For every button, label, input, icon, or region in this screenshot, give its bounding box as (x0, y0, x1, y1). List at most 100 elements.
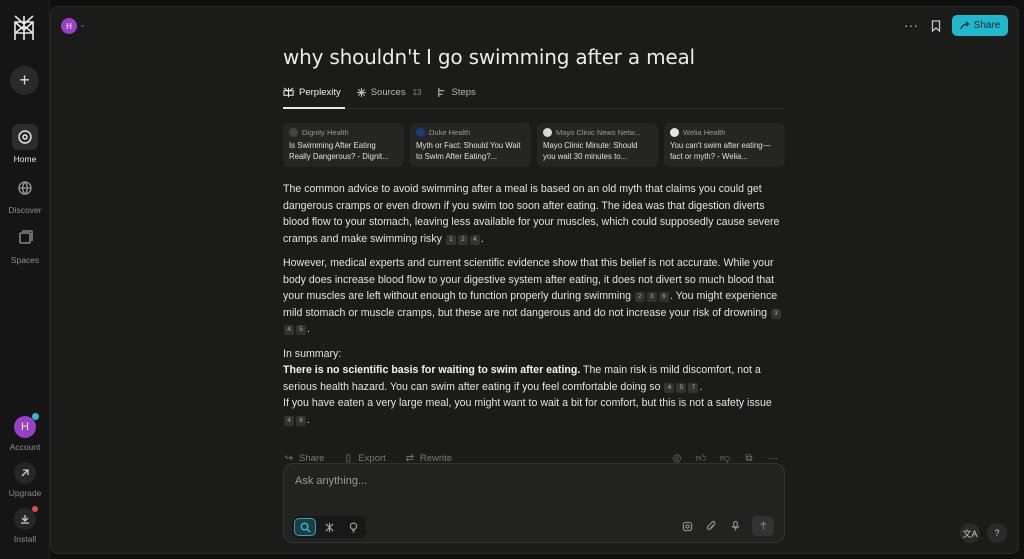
source-card[interactable]: Dignity Health Is Swimming After Eating … (283, 123, 404, 167)
submit-button[interactable] (752, 516, 774, 536)
share-label: Share (973, 20, 1001, 31)
share-icon (960, 21, 970, 30)
citation-badge[interactable]: 3 (770, 308, 781, 319)
research-icon (324, 522, 334, 532)
tab-label: Sources (370, 86, 406, 98)
microphone-icon[interactable] (728, 519, 742, 533)
source-site: Dignity Health (302, 128, 349, 137)
avatar-initial: H (21, 421, 29, 433)
answer-bold-text: There is no scientific basis for waiting… (283, 364, 581, 376)
answer-tabs: Perplexity Sources 13 Steps (283, 83, 476, 101)
ask-box (283, 463, 785, 543)
tab-divider (283, 108, 785, 109)
source-site: Mayo Clinic News Netw... (556, 128, 641, 137)
answer-text: The common advice to avoid swimming afte… (283, 183, 780, 245)
research-mode-button[interactable] (318, 518, 340, 536)
sidebar-item-label: Account (9, 442, 41, 452)
source-title: You can't swim after eating—fact or myth… (670, 141, 771, 161)
citation-badge[interactable]: 1 (445, 234, 456, 245)
answer-paragraph: In summary: There is no scientific basis… (283, 347, 772, 426)
source-card[interactable]: Duke Health Myth or Fact: Should You Wai… (410, 123, 531, 167)
bookmark-icon[interactable] (927, 17, 945, 35)
citation-badge[interactable]: 4 (284, 415, 294, 426)
source-site: Welia Health (683, 128, 726, 137)
globe-icon (12, 175, 38, 201)
search-mode-button[interactable] (294, 518, 316, 536)
notification-dot (32, 413, 39, 420)
sidebar: + Home Discover Spaces H Account Upgrade (0, 0, 50, 559)
active-tab-indicator (283, 107, 345, 109)
tab-perplexity[interactable]: Perplexity (283, 83, 341, 101)
perplexity-icon (283, 87, 294, 97)
source-title: Is Swimming After Eating Really Dangerou… (289, 141, 389, 161)
home-search-icon (12, 124, 38, 150)
citation-badge[interactable]: 6 (658, 292, 669, 302)
more-options-button[interactable]: ··· (901, 16, 921, 36)
spaces-icon (12, 225, 38, 251)
search-icon (300, 522, 311, 533)
sidebar-item-label: Discover (8, 205, 42, 215)
answer-text: In summary: (283, 347, 342, 360)
new-thread-button[interactable]: + (10, 66, 39, 95)
answer-paragraph: However, medical experts and current sci… (283, 255, 785, 338)
sidebar-item-label: Spaces (10, 255, 40, 265)
action-label: Share (299, 452, 325, 464)
sidebar-item-home[interactable]: Home (0, 124, 50, 164)
share-button[interactable]: Share (952, 15, 1008, 36)
attach-icon[interactable] (704, 519, 718, 533)
avatar[interactable]: H (61, 18, 77, 34)
tab-steps[interactable]: Steps (437, 83, 476, 101)
duke-favicon-icon (416, 128, 425, 137)
welia-favicon-icon (670, 128, 679, 137)
chevron-down-icon[interactable]: ⌄ (79, 20, 86, 29)
notification-dot (32, 506, 38, 512)
arrow-up-icon (759, 521, 767, 530)
source-title: Myth or Fact: Should You Wait to Swim Af… (416, 141, 521, 161)
help-button[interactable]: ? (987, 523, 1007, 543)
labs-mode-button[interactable] (342, 518, 364, 536)
citation-badge[interactable]: 6 (296, 415, 306, 426)
globe-icon (289, 128, 298, 137)
sidebar-item-spaces[interactable]: Spaces (0, 225, 50, 265)
source-cards: Dignity Health Is Swimming After Eating … (283, 123, 785, 167)
action-label: Export (358, 452, 386, 464)
citation-badge[interactable]: 2 (457, 234, 468, 245)
sidebar-item-discover[interactable]: Discover (0, 175, 50, 215)
tab-sources[interactable]: Sources 13 (356, 83, 422, 101)
sidebar-item-label: Install (13, 534, 37, 544)
citation-badge[interactable]: 5 (296, 325, 306, 335)
ask-input[interactable] (295, 475, 765, 487)
citation-badge[interactable]: 5 (676, 382, 687, 393)
citation-badge[interactable]: 4 (664, 382, 675, 393)
download-icon (14, 506, 38, 530)
ask-tools (680, 516, 774, 536)
search-mode-toggle (292, 516, 366, 538)
answer-text: If you have eaten a very large meal, you… (283, 397, 772, 409)
mayo-favicon-icon (543, 128, 552, 137)
source-card[interactable]: Welia Health You can't swim after eating… (664, 123, 785, 167)
citation-badge[interactable]: 7 (688, 382, 699, 393)
sidebar-item-account[interactable]: H Account (0, 413, 50, 452)
sidebar-item-label: Home (13, 154, 37, 164)
sidebar-item-upgrade[interactable]: Upgrade (0, 462, 50, 498)
steps-icon (438, 87, 445, 97)
sources-count: 13 (412, 87, 422, 97)
citation-badge[interactable]: 4 (284, 325, 294, 335)
source-title: Mayo Clinic Minute: Should you wait 30 m… (543, 141, 638, 161)
source-site: Duke Health (429, 128, 471, 137)
arrow-up-right-icon (14, 462, 36, 484)
tab-label: Perplexity (299, 86, 341, 98)
perplexity-logo[interactable] (12, 14, 36, 42)
lightbulb-icon (349, 521, 357, 533)
main-panel: H ⌄ ··· Share why shouldn't I go swimmin… (50, 6, 1019, 554)
citation-badge[interactable]: 4 (469, 234, 480, 245)
answer-paragraph: The common advice to avoid swimming afte… (283, 183, 780, 245)
focus-icon[interactable] (680, 519, 694, 533)
source-card[interactable]: Mayo Clinic News Netw... Mayo Clinic Min… (537, 123, 658, 167)
sidebar-item-install[interactable]: Install (0, 506, 50, 544)
citation-badge[interactable]: 3 (646, 292, 657, 302)
citation-badge[interactable]: 2 (634, 292, 645, 302)
sidebar-item-label: Upgrade (8, 488, 42, 498)
avatar: H (14, 413, 39, 438)
translate-button[interactable]: 文A (960, 523, 980, 543)
